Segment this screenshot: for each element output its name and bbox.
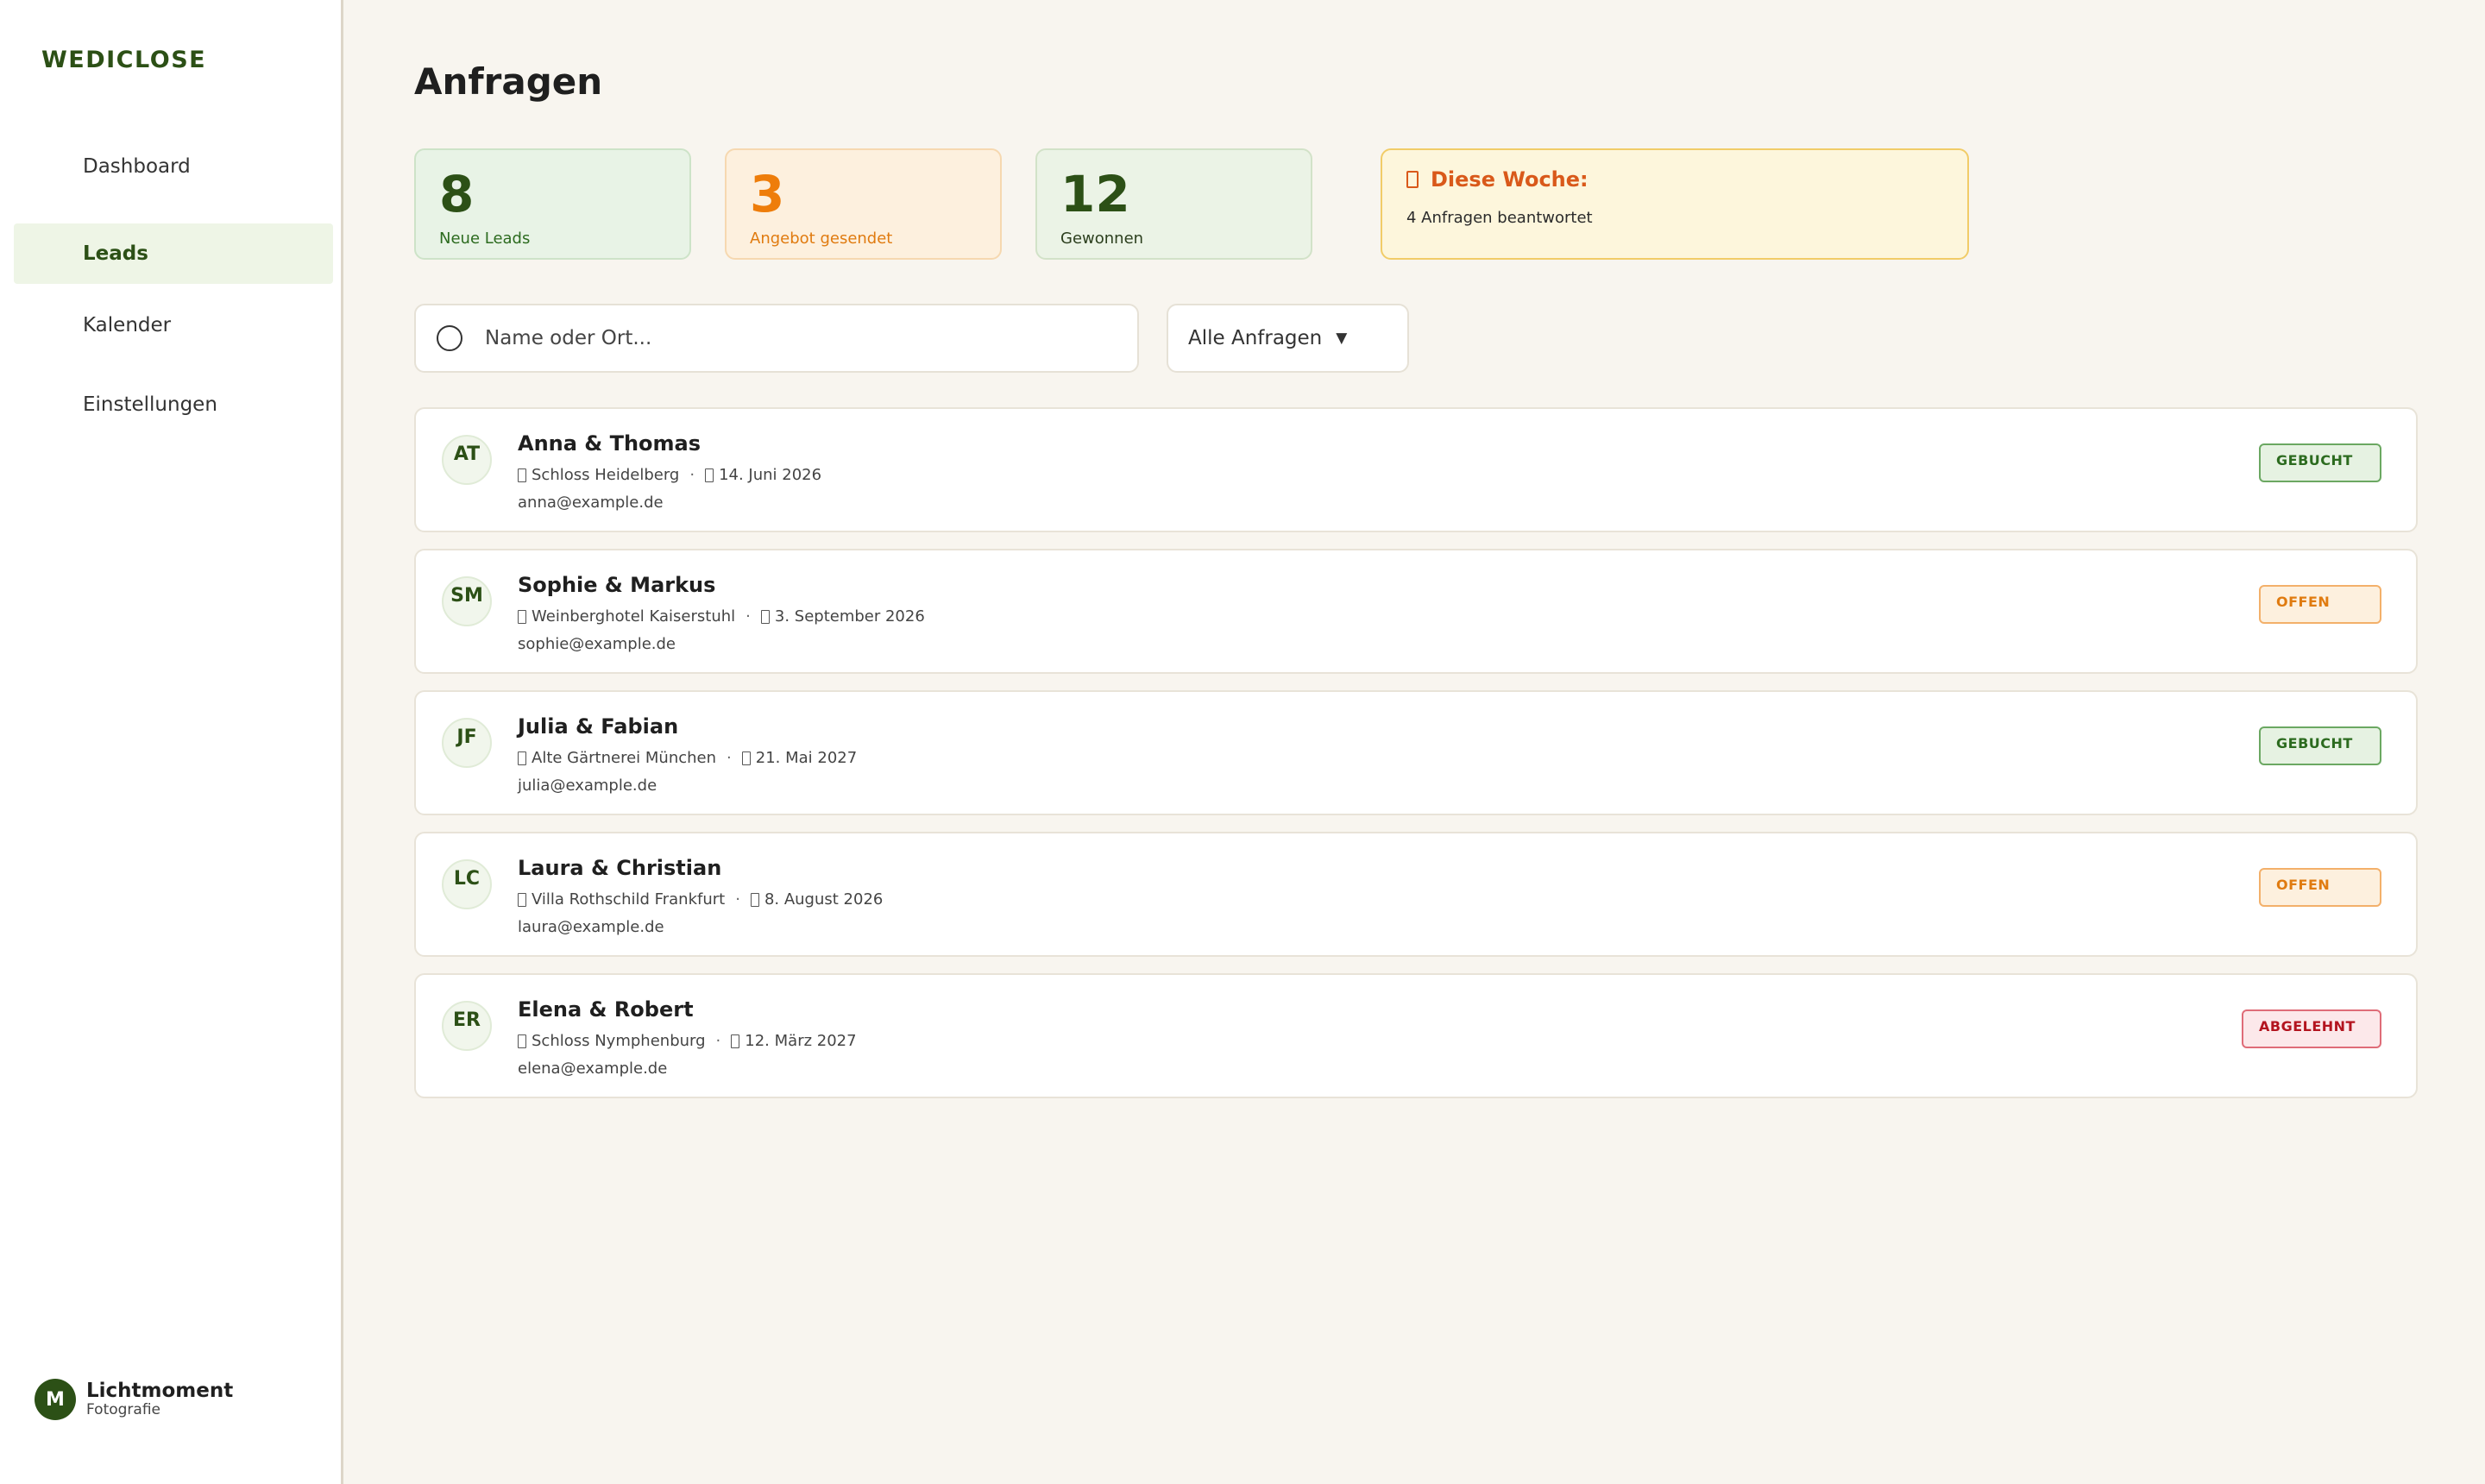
- lead-venue: Schloss Heidelberg: [532, 466, 680, 484]
- lead-meta: Schloss Heidelberg · 14. Juni 2026: [518, 466, 821, 484]
- lead-email: elena@example.de: [518, 1060, 668, 1078]
- location-icon: [518, 751, 526, 765]
- lead-email: julia@example.de: [518, 777, 657, 795]
- separator: ·: [727, 749, 732, 767]
- sidebar-item-einstellungen[interactable]: Einstellungen: [14, 374, 333, 435]
- avatar: LC: [442, 859, 492, 909]
- separator: ·: [746, 607, 751, 626]
- profile-subtitle: Fotografie: [86, 1401, 161, 1419]
- separator: ·: [715, 1032, 721, 1050]
- lead-email: laura@example.de: [518, 918, 664, 936]
- lead-date: 8. August 2026: [764, 890, 884, 909]
- lead-name: Laura & Christian: [518, 856, 722, 880]
- brand-logo[interactable]: WEDICLOSE: [41, 47, 206, 73]
- chevron-down-icon: ▼: [1336, 330, 1348, 347]
- sidebar-item-label: Leads: [83, 242, 148, 265]
- calendar-icon: [731, 1034, 740, 1048]
- lead-venue: Alte Gärtnerei München: [532, 749, 717, 767]
- stat-card-won[interactable]: 12 Gewonnen: [1035, 148, 1312, 260]
- avatar: SM: [442, 576, 492, 626]
- lead-email: anna@example.de: [518, 494, 664, 512]
- filter-selected-value: Alle Anfragen: [1188, 327, 1323, 349]
- calendar-icon: [760, 609, 770, 624]
- lead-name: Elena & Robert: [518, 997, 694, 1022]
- avatar: JF: [442, 718, 492, 768]
- location-icon: [518, 609, 526, 624]
- location-icon: [518, 892, 526, 907]
- status-badge: OFFEN: [2259, 868, 2381, 907]
- lead-date: 14. Juni 2026: [719, 466, 822, 484]
- stat-value: 3: [750, 165, 785, 223]
- lead-meta: Alte Gärtnerei München · 21. Mai 2027: [518, 749, 857, 767]
- lead-name: Julia & Fabian: [518, 714, 679, 739]
- lead-name: Anna & Thomas: [518, 431, 701, 456]
- lead-card[interactable]: JF Julia & Fabian Alte Gärtnerei München…: [414, 690, 2418, 815]
- sidebar-item-label: Kalender: [83, 314, 172, 336]
- weekly-summary-text: 4 Anfragen beantwortet: [1406, 209, 1593, 227]
- lead-card[interactable]: LC Laura & Christian Villa Rothschild Fr…: [414, 832, 2418, 957]
- stat-label: Neue Leads: [439, 230, 531, 248]
- sidebar: WEDICLOSE Dashboard Leads Kalender Einst…: [0, 0, 343, 1484]
- lead-card[interactable]: SM Sophie & Markus Weinberghotel Kaisers…: [414, 549, 2418, 674]
- page-title: Anfragen: [414, 60, 603, 103]
- status-filter-dropdown[interactable]: Alle Anfragen ▼: [1167, 304, 1409, 373]
- status-badge: ABGELEHNT: [2242, 1009, 2381, 1048]
- calendar-icon: [750, 892, 759, 907]
- avatar: ER: [442, 1001, 492, 1051]
- stat-label: Gewonnen: [1060, 230, 1144, 248]
- status-badge: GEBUCHT: [2259, 726, 2381, 765]
- avatar: AT: [442, 435, 492, 485]
- search-icon: [437, 325, 462, 351]
- lead-venue: Weinberghotel Kaiserstuhl: [532, 607, 736, 626]
- lead-date: 12. März 2027: [745, 1032, 857, 1050]
- lead-meta: Weinberghotel Kaiserstuhl · 3. September…: [518, 607, 925, 626]
- stat-card-new-leads[interactable]: 8 Neue Leads: [414, 148, 691, 260]
- stat-card-offer-sent[interactable]: 3 Angebot gesendet: [725, 148, 1002, 260]
- status-badge: GEBUCHT: [2259, 443, 2381, 482]
- calendar-icon: [1406, 171, 1419, 188]
- profile[interactable]: M Lichtmoment Fotografie: [35, 1379, 233, 1420]
- calendar-icon: [705, 468, 714, 482]
- weekly-summary-card: Diese Woche: 4 Anfragen beantwortet: [1381, 148, 1969, 260]
- lead-card[interactable]: AT Anna & Thomas Schloss Heidelberg · 14…: [414, 407, 2418, 532]
- separator: ·: [689, 466, 695, 484]
- sidebar-item-leads[interactable]: Leads: [14, 223, 333, 284]
- lead-venue: Schloss Nymphenburg: [532, 1032, 706, 1050]
- status-badge: OFFEN: [2259, 585, 2381, 624]
- sidebar-item-kalender[interactable]: Kalender: [14, 295, 333, 355]
- profile-name: Lichtmoment: [86, 1380, 234, 1402]
- sidebar-item-label: Einstellungen: [83, 393, 217, 416]
- lead-venue: Villa Rothschild Frankfurt: [532, 890, 726, 909]
- search-input[interactable]: [485, 327, 1106, 349]
- lead-card[interactable]: ER Elena & Robert Schloss Nymphenburg · …: [414, 973, 2418, 1098]
- sidebar-item-dashboard[interactable]: Dashboard: [14, 136, 333, 197]
- weekly-summary-title: Diese Woche:: [1431, 167, 1589, 192]
- separator: ·: [735, 890, 740, 909]
- sidebar-item-label: Dashboard: [83, 155, 191, 178]
- lead-email: sophie@example.de: [518, 635, 676, 653]
- lead-meta: Villa Rothschild Frankfurt · 8. August 2…: [518, 890, 883, 909]
- stat-value: 8: [439, 165, 475, 223]
- location-icon: [518, 1034, 526, 1048]
- location-icon: [518, 468, 526, 482]
- stat-value: 12: [1060, 165, 1130, 223]
- avatar: M: [35, 1379, 76, 1420]
- stat-label: Angebot gesendet: [750, 230, 893, 248]
- calendar-icon: [741, 751, 751, 765]
- lead-date: 3. September 2026: [774, 607, 925, 626]
- lead-name: Sophie & Markus: [518, 573, 716, 597]
- search-box[interactable]: [414, 304, 1139, 373]
- lead-date: 21. Mai 2027: [755, 749, 858, 767]
- lead-meta: Schloss Nymphenburg · 12. März 2027: [518, 1032, 857, 1050]
